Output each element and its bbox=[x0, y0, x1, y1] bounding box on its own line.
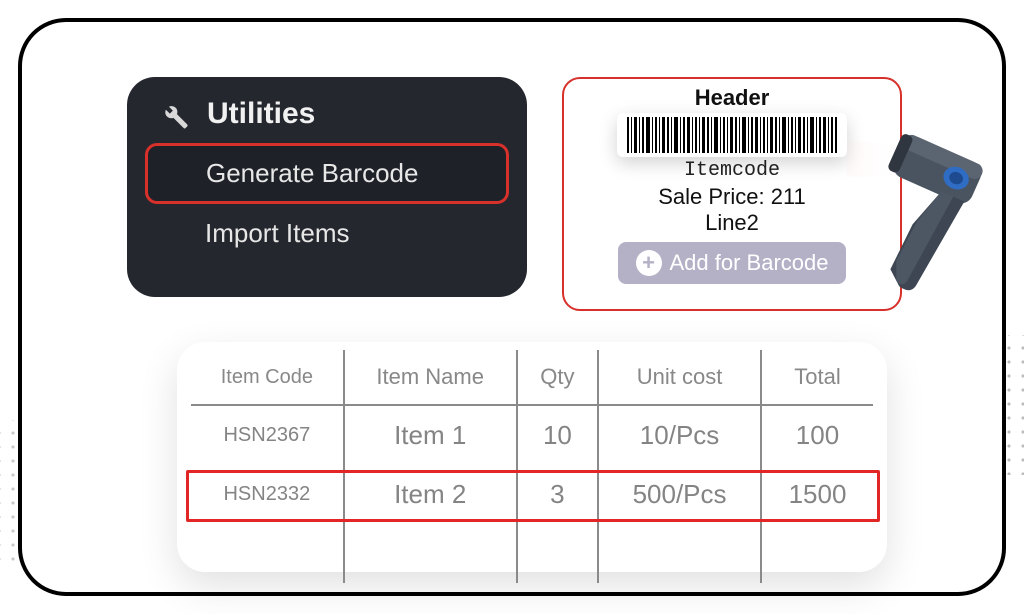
header-item-code: Item Code bbox=[191, 350, 344, 405]
barcode-sale-price: Sale Price: 211 bbox=[574, 184, 890, 210]
cell-item-name: Item 2 bbox=[344, 465, 517, 524]
scanner-icon bbox=[847, 117, 997, 297]
cell-unit-cost: 10/Pcs bbox=[598, 405, 761, 465]
sale-price-value: 211 bbox=[771, 184, 806, 209]
cell-qty bbox=[517, 524, 598, 583]
sale-price-label: Sale Price: bbox=[658, 184, 764, 209]
header-qty: Qty bbox=[517, 350, 598, 405]
barcode-line2: Line2 bbox=[574, 210, 890, 236]
cell-total bbox=[761, 524, 873, 583]
cell-qty: 10 bbox=[517, 405, 598, 465]
table-header-row: Item Code Item Name Qty Unit cost Total bbox=[191, 350, 873, 405]
cell-qty: 3 bbox=[517, 465, 598, 524]
utilities-title: Utilities bbox=[207, 97, 315, 131]
cell-item-name: Item 1 bbox=[344, 405, 517, 465]
barcode-itemcode: Itemcode bbox=[574, 159, 890, 182]
main-card: Utilities Generate Barcode Import Items … bbox=[18, 18, 1006, 596]
table-row[interactable]: HSN2367 Item 1 10 10/Pcs 100 bbox=[191, 405, 873, 465]
utilities-header: Utilities bbox=[145, 91, 509, 143]
add-for-barcode-label: Add for Barcode bbox=[670, 250, 829, 276]
header-item-name: Item Name bbox=[344, 350, 517, 405]
cell-item-code: HSN2367 bbox=[191, 405, 344, 465]
table-row[interactable] bbox=[191, 524, 873, 583]
cell-unit-cost bbox=[598, 524, 761, 583]
wrench-icon bbox=[155, 97, 189, 131]
utilities-panel: Utilities Generate Barcode Import Items bbox=[127, 77, 527, 297]
header-unit-cost: Unit cost bbox=[598, 350, 761, 405]
header-total: Total bbox=[761, 350, 873, 405]
utilities-item-import-items[interactable]: Import Items bbox=[145, 204, 509, 263]
items-table: Item Code Item Name Qty Unit cost Total … bbox=[191, 350, 873, 583]
add-for-barcode-button[interactable]: + Add for Barcode bbox=[618, 242, 847, 284]
items-table-card: Item Code Item Name Qty Unit cost Total … bbox=[177, 342, 887, 572]
barcode-header: Header bbox=[574, 85, 890, 111]
table-row[interactable]: HSN2332 Item 2 3 500/Pcs 1500 bbox=[191, 465, 873, 524]
barcode-image bbox=[617, 113, 847, 157]
plus-icon: + bbox=[636, 250, 662, 276]
cell-total: 100 bbox=[761, 405, 873, 465]
cell-item-name bbox=[344, 524, 517, 583]
cell-item-code: HSN2332 bbox=[191, 465, 344, 524]
cell-unit-cost: 500/Pcs bbox=[598, 465, 761, 524]
cell-total: 1500 bbox=[761, 465, 873, 524]
cell-item-code bbox=[191, 524, 344, 583]
utilities-item-generate-barcode[interactable]: Generate Barcode bbox=[145, 143, 509, 204]
